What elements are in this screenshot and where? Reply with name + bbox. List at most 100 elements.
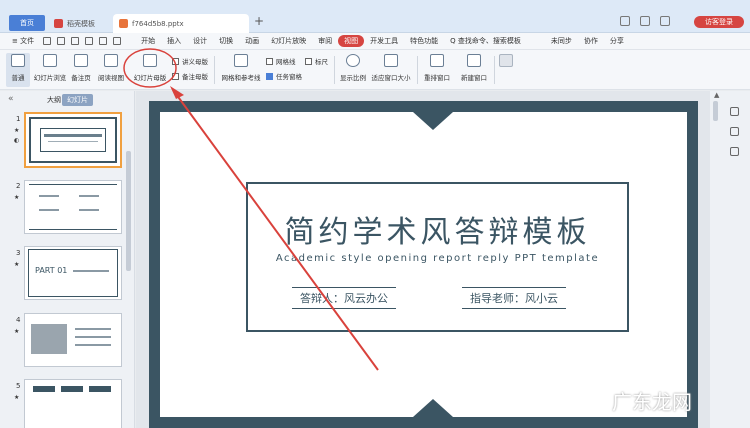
fit-window-button[interactable]: 适应窗口大小: [370, 53, 412, 87]
slide-number: 2: [16, 182, 21, 190]
thumb-image: [31, 324, 67, 354]
menu-slideshow[interactable]: 幻灯片放映: [265, 36, 312, 46]
sync-status[interactable]: 未同步: [545, 36, 578, 46]
new-window-button[interactable]: 新建窗口: [458, 53, 490, 87]
slide-thumbnail[interactable]: [24, 379, 122, 428]
animation-star-icon: ★: [14, 127, 20, 134]
reading-view-button[interactable]: 阅读视图: [96, 53, 126, 87]
handout-master-icon: [172, 57, 179, 65]
menu-view[interactable]: 视图: [338, 35, 365, 47]
slide-content-area: 简约学术风答辩模板 Academic style opening report …: [160, 112, 687, 417]
thumb-item: [39, 195, 59, 197]
slide-thumbnail[interactable]: [24, 112, 122, 168]
task-pane-checkbox[interactable]: 任务窗格: [266, 71, 302, 81]
title-frame: 简约学术风答辩模板 Academic style opening report …: [246, 182, 629, 332]
bottom-notch-decoration: [413, 399, 453, 417]
preview-icon[interactable]: [85, 37, 94, 45]
menu-animation[interactable]: 动画: [239, 36, 265, 46]
thumb-block: [89, 386, 111, 392]
slide-thumbnail-panel: « 大纲 幻灯片 1 ★ ◐ 2 ★ 3 ★ PART 01 4 ★ 5 ★: [0, 91, 135, 428]
slide-browse-button[interactable]: 幻灯片浏览: [32, 53, 68, 87]
new-window-icon: [467, 54, 481, 67]
menu-start[interactable]: 开始: [135, 36, 161, 46]
menu-bar: ≡ 文件 开始 插入 设计 切换 动画 幻灯片放映 审阅 视图 开发工具 特色功…: [0, 33, 750, 50]
save-icon[interactable]: [43, 37, 52, 45]
scroll-up-icon[interactable]: ▲: [714, 91, 719, 99]
top-notch-decoration: [413, 112, 453, 130]
thumb-line: [29, 229, 117, 230]
redo-icon[interactable]: [113, 37, 122, 45]
menu-insert[interactable]: 插入: [161, 36, 187, 46]
thumbnail-scrollbar[interactable]: [126, 151, 131, 271]
collapse-panel-icon[interactable]: «: [8, 94, 14, 104]
notes-master-button[interactable]: 备注母版: [172, 71, 208, 81]
button-label: 阅读视图: [98, 74, 124, 82]
tab-label: 稻壳模板: [67, 19, 95, 28]
grid-icon[interactable]: [640, 16, 650, 26]
tab-slides[interactable]: 幻灯片: [62, 94, 93, 106]
canvas-scrollbar[interactable]: [713, 101, 718, 121]
slide-master-button[interactable]: 幻灯片母版: [131, 53, 169, 87]
properties-icon[interactable]: [730, 107, 739, 116]
slide-subtitle[interactable]: Academic style opening report reply PPT …: [248, 253, 627, 264]
new-tab-button[interactable]: +: [254, 14, 264, 28]
thumb-item: [79, 195, 99, 197]
slide-thumbnail[interactable]: [24, 313, 122, 367]
undo-icon[interactable]: [99, 37, 108, 45]
right-sidebar: ▲: [710, 91, 750, 428]
arrange-window-button[interactable]: 重排窗口: [421, 53, 453, 87]
slide-number: 4: [16, 316, 21, 324]
slide-thumbnail[interactable]: PART 01: [24, 246, 122, 300]
tab-home[interactable]: 首页: [9, 15, 45, 31]
file-menu[interactable]: ≡ 文件: [6, 36, 40, 46]
magnifier-icon: [346, 54, 360, 67]
zoom-button[interactable]: 显示比例: [338, 53, 368, 87]
notes-page-button[interactable]: 备注页: [70, 53, 92, 87]
animation-star-icon: ★: [14, 261, 20, 268]
style-icon[interactable]: [730, 127, 739, 136]
tab-docer-templates[interactable]: 稻壳模板: [48, 14, 110, 33]
login-button[interactable]: 访客登录: [694, 16, 744, 28]
notes-master-icon: [172, 72, 179, 80]
open-icon[interactable]: [57, 37, 66, 45]
button-label: 显示比例: [340, 74, 366, 82]
share-button[interactable]: 分享: [604, 36, 630, 46]
menu-design[interactable]: 设计: [187, 36, 213, 46]
thumb-text-line: [75, 328, 111, 330]
handout-master-button[interactable]: 讲义母版: [172, 56, 208, 66]
tab-label: f764d5b8.pptx: [132, 19, 184, 28]
skin-icon[interactable]: [660, 16, 670, 26]
tab-document[interactable]: f764d5b8.pptx: [113, 14, 249, 33]
menu-transition[interactable]: 切换: [213, 36, 239, 46]
checkbox-label: 标尺: [315, 58, 328, 66]
current-slide[interactable]: 简约学术风答辩模板 Academic style opening report …: [149, 101, 698, 428]
window-layout-icon[interactable]: [620, 16, 630, 26]
pptx-file-icon: [119, 19, 128, 28]
macro-button[interactable]: [498, 53, 514, 87]
animation-star-icon: ★: [14, 328, 20, 335]
slide-title[interactable]: 简约学术风答辩模板: [248, 207, 627, 251]
normal-view-icon: [11, 54, 25, 67]
slide-thumbnail[interactable]: [24, 180, 122, 234]
checkbox-icon: [266, 57, 273, 65]
ruler-checkbox[interactable]: 标尺: [305, 56, 328, 66]
button-label: 普通: [11, 74, 25, 82]
thumb-line: [29, 184, 117, 185]
print-icon[interactable]: [71, 37, 80, 45]
gridlines-checkbox[interactable]: 网格线: [266, 56, 296, 66]
separator: [334, 56, 335, 84]
copy-icon[interactable]: [730, 147, 739, 156]
separator: [214, 56, 215, 84]
normal-view-button[interactable]: 普通: [6, 53, 30, 87]
grid-guides-button[interactable]: 网格和参考线: [219, 53, 263, 87]
presenter-field[interactable]: 答辩人：风云办公: [292, 287, 396, 309]
menu-features[interactable]: 特色功能: [404, 36, 444, 46]
advisor-field[interactable]: 指导老师：风小云: [462, 287, 566, 309]
thumb-title-box: [40, 128, 106, 152]
fit-window-icon: [384, 54, 398, 67]
menu-review[interactable]: 审阅: [312, 36, 338, 46]
button-label: 适应窗口大小: [371, 74, 411, 82]
menu-developer[interactable]: 开发工具: [364, 36, 404, 46]
command-search[interactable]: Q 查找命令、搜索模板: [444, 36, 527, 46]
collaborate-button[interactable]: 协作: [578, 36, 604, 46]
